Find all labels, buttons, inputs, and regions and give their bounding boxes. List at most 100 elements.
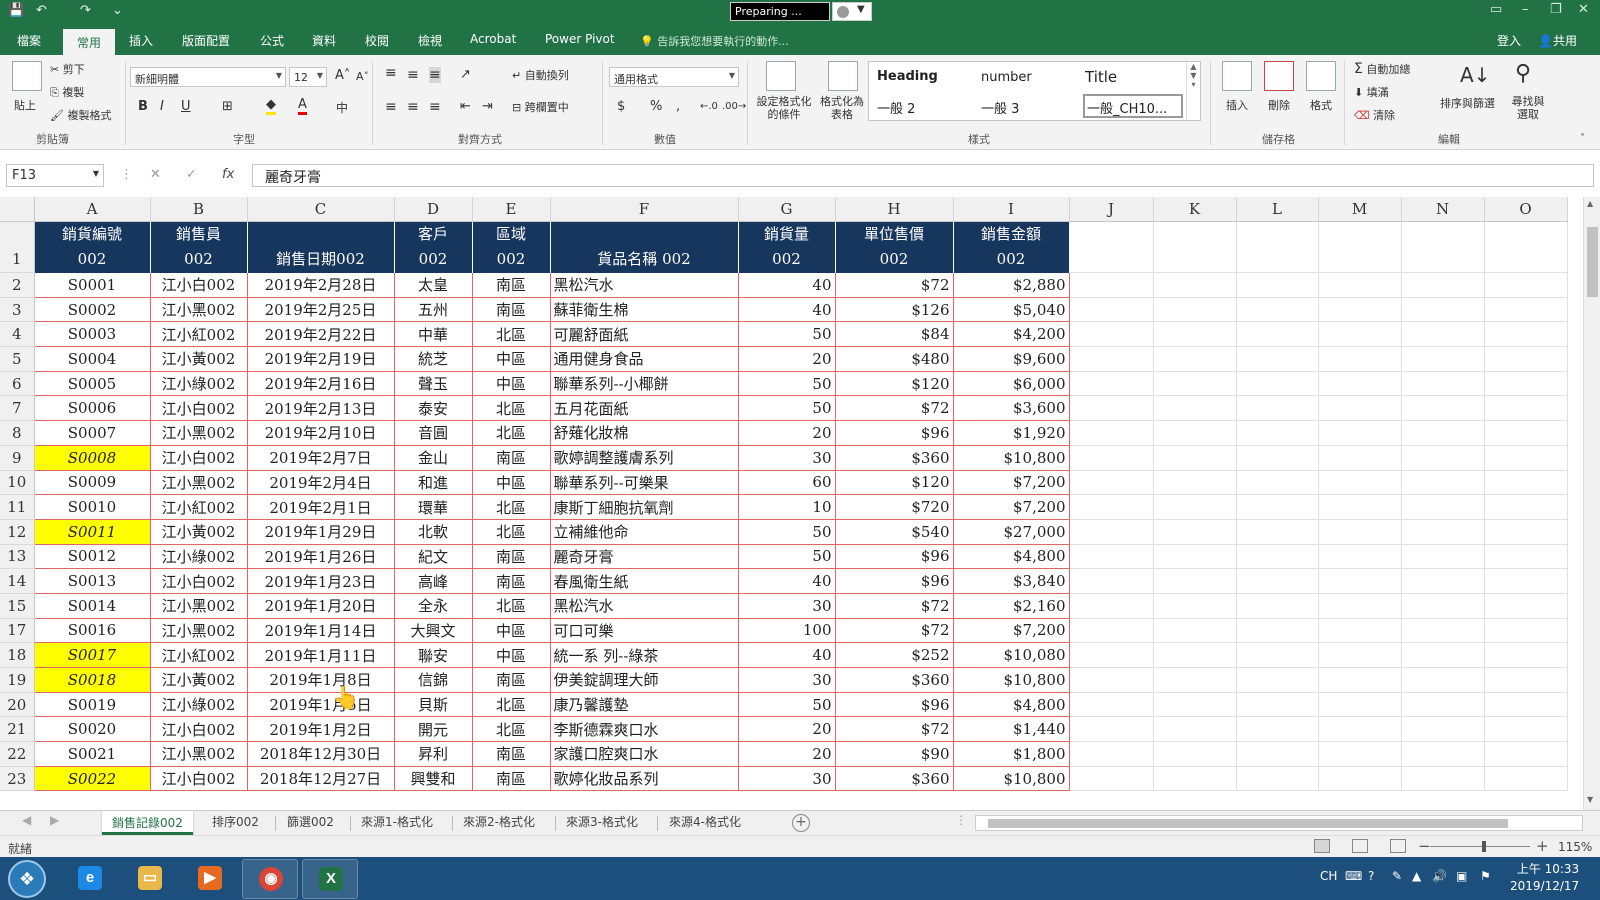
empty-cell[interactable] [1153,346,1237,372]
grow-font-icon[interactable]: A˄ [335,68,350,83]
empty-cell[interactable] [1069,297,1154,323]
empty-cell[interactable] [1236,692,1319,718]
cell-salesperson[interactable]: 江小白002 [150,568,248,594]
borders-icon[interactable]: ⊞ [222,99,233,114]
paste-button[interactable]: 貼上 [14,97,36,113]
cell-sales-id[interactable]: S0004 [34,346,151,372]
cell-amount[interactable]: $10,080 [953,642,1070,668]
cell-region[interactable]: 南區 [472,667,551,693]
clear-button[interactable]: ⌫ 清除 [1354,107,1395,123]
cell-item-name[interactable]: 舒薙化妝棉 [550,420,739,446]
sheet-tab-source-3[interactable]: 來源3-格式化 [566,813,638,830]
cell-customer[interactable]: 中華 [394,321,473,348]
vertical-scroll-thumb[interactable] [1587,227,1598,297]
empty-cell[interactable] [1153,221,1237,273]
undo-icon[interactable]: ↶ [36,3,47,18]
empty-cell[interactable] [1153,494,1237,520]
font-name-select[interactable]: 新細明體 ▼ [130,67,286,87]
empty-cell[interactable] [1153,544,1237,570]
cell-salesperson[interactable]: 江小黑002 [150,741,248,767]
cell-region[interactable]: 北區 [472,519,551,545]
empty-cell[interactable] [1401,420,1485,446]
empty-cell[interactable] [1484,741,1568,767]
empty-cell[interactable] [1484,470,1568,496]
empty-cell[interactable] [1236,766,1319,792]
wrap-text-button[interactable]: ↵ 自動換列 [512,67,569,83]
cell-sales-id[interactable]: S0003 [34,321,151,348]
cell-unit-price[interactable]: $720 [835,494,954,520]
cell-salesperson[interactable]: 江小黃002 [150,346,248,372]
cell-quantity[interactable]: 20 [738,741,836,767]
cell-unit-price[interactable]: $72 [835,272,954,298]
cell-customer[interactable]: 音圓 [394,420,473,446]
cell-amount[interactable]: $1,920 [953,420,1070,446]
empty-cell[interactable] [1153,395,1237,422]
empty-cell[interactable] [1236,297,1319,323]
orientation-icon[interactable]: ↗ [460,67,471,82]
cell-salesperson[interactable]: 江小綠002 [150,692,248,718]
cell-sales-date[interactable]: 2019年2月28日 [247,272,395,298]
cell-region[interactable]: 北區 [472,593,551,619]
column-header-n[interactable]: N [1401,197,1485,222]
empty-cell[interactable] [1318,321,1402,348]
cell-item-name[interactable]: 統一系 列--綠茶 [550,642,739,668]
cell-region[interactable]: 南區 [472,741,551,767]
zoom-slider-handle[interactable] [1482,841,1486,852]
cell-quantity[interactable]: 100 [738,618,836,644]
insert-cells-button[interactable]: 插入 [1226,97,1248,113]
record-button[interactable]: ▼ [832,2,872,21]
empty-cell[interactable] [1484,519,1568,545]
paste-icon[interactable] [12,61,42,91]
cell-sales-id[interactable]: S0021 [34,741,151,767]
collapse-ribbon-icon[interactable]: ˄ [1580,133,1585,144]
cell-region[interactable]: 中區 [472,618,551,644]
empty-cell[interactable] [1069,741,1154,767]
cell-amount[interactable]: $10,800 [953,667,1070,693]
format-painter-button[interactable]: 🖌 複製格式 [50,107,111,123]
empty-cell[interactable] [1401,395,1485,422]
empty-cell[interactable] [1069,371,1154,397]
cell-customer[interactable]: 北軟 [394,519,473,545]
cell-salesperson[interactable]: 江小白002 [150,395,248,422]
cell-customer[interactable]: 環華 [394,494,473,520]
cell-quantity[interactable]: 50 [738,544,836,570]
empty-cell[interactable] [1401,272,1485,298]
tell-me-search[interactable]: 💡 告訴我您想要執行的動作... [640,33,789,49]
cell-quantity[interactable]: 30 [738,445,836,471]
empty-cell[interactable] [1484,716,1568,743]
close-icon[interactable]: ✕ [1578,2,1589,17]
empty-cell[interactable] [1236,221,1319,273]
row-header[interactable]: 18 [0,642,35,668]
cell-sales-date[interactable]: 2018年12月27日 [247,766,395,792]
empty-cell[interactable] [1318,371,1402,397]
empty-cell[interactable] [1318,494,1402,520]
empty-cell[interactable] [1318,544,1402,570]
column-header-h[interactable]: H [835,197,954,222]
column-header-m[interactable]: M [1318,197,1402,222]
cell-sales-date[interactable]: 2019年1月14日 [247,618,395,644]
tab-acrobat[interactable]: Acrobat [470,32,516,46]
cell-item-name[interactable]: 可口可樂 [550,618,739,644]
empty-cell[interactable] [1401,346,1485,372]
cell-quantity[interactable]: 20 [738,716,836,743]
empty-cell[interactable] [1318,568,1402,594]
help-icon[interactable]: ? [1368,869,1374,883]
cell-region[interactable]: 南區 [472,544,551,570]
header-cell-unit-price[interactable]: 單位售價 002 [835,221,954,273]
number-format-select[interactable]: 通用格式 ▼ [609,67,739,87]
row-header[interactable]: 12 [0,519,35,545]
empty-cell[interactable] [1318,716,1402,743]
cell-salesperson[interactable]: 江小紅002 [150,321,248,348]
cell-quantity[interactable]: 20 [738,346,836,372]
row-header[interactable]: 17 [0,618,35,644]
cell-salesperson[interactable]: 江小紅002 [150,494,248,520]
empty-cell[interactable] [1236,272,1319,298]
cut-button[interactable]: ✂ 剪下 [50,61,85,77]
font-size-select[interactable]: 12 ▼ [289,67,327,87]
cell-unit-price[interactable]: $96 [835,420,954,446]
cell-sales-id[interactable]: S0022 [34,766,151,792]
empty-cell[interactable] [1401,568,1485,594]
empty-cell[interactable] [1236,470,1319,496]
cell-salesperson[interactable]: 江小紅002 [150,642,248,668]
cell-amount[interactable]: $3,840 [953,568,1070,594]
